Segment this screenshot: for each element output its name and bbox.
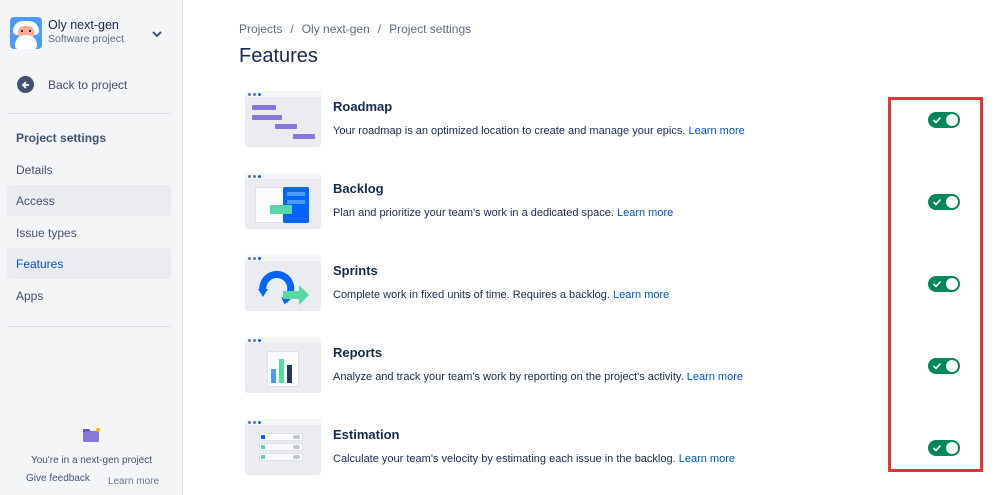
learn-more-link[interactable]: Learn more — [688, 125, 744, 137]
feature-sprints: Sprints Complete work in fixed units of … — [245, 255, 865, 313]
breadcrumb-settings[interactable]: Project settings — [389, 22, 471, 36]
feature-description: Analyze and track your team's work by re… — [333, 371, 684, 383]
project-name: Oly next-gen — [48, 18, 119, 32]
learn-more-link[interactable]: Learn more — [679, 453, 735, 465]
divider — [7, 113, 171, 114]
sidebar-footer: You're in a next-gen project Give feedba… — [0, 428, 183, 487]
section-title: Project settings — [16, 131, 107, 145]
project-type: Software project — [48, 33, 124, 45]
sidebar-item-details[interactable]: Details — [7, 154, 171, 185]
project-avatar — [10, 17, 42, 49]
sidebar-item-access[interactable]: Access — [7, 185, 171, 216]
divider — [7, 326, 171, 327]
chevron-down-icon[interactable] — [152, 30, 162, 38]
breadcrumb-project[interactable]: Oly next-gen — [302, 22, 370, 36]
sidebar-item-issue-types[interactable]: Issue types — [7, 217, 171, 248]
sprints-illustration — [245, 255, 321, 311]
toggles-highlight-box — [888, 97, 983, 472]
feature-description: Your roadmap is an optimized location to… — [333, 125, 686, 137]
back-to-project-link[interactable]: Back to project — [17, 76, 127, 93]
roadmap-illustration — [245, 91, 321, 147]
feature-reports: Reports Analyze and track your team's wo… — [245, 337, 865, 395]
project-header[interactable]: Oly next-gen Software project — [10, 17, 170, 55]
feature-title: Backlog — [333, 181, 384, 196]
back-to-project-label: Back to project — [48, 77, 128, 92]
breadcrumb-projects[interactable]: Projects — [239, 22, 282, 36]
feature-description: Complete work in fixed units of time. Re… — [333, 289, 610, 301]
feature-title: Sprints — [333, 263, 378, 278]
learn-more-link[interactable]: Learn more — [613, 289, 669, 301]
breadcrumb: Projects / Oly next-gen / Project settin… — [239, 22, 472, 36]
feature-roadmap: Roadmap Your roadmap is an optimized loc… — [245, 91, 865, 149]
feature-estimation: Estimation Calculate your team's velocit… — [245, 419, 865, 477]
feature-description: Calculate your team's velocity by estima… — [333, 453, 676, 465]
backlog-illustration — [245, 173, 321, 229]
feature-title: Reports — [333, 345, 383, 360]
page-title: Features — [239, 45, 318, 67]
estimation-illustration — [245, 419, 321, 475]
next-gen-notice: You're in a next-gen project — [30, 455, 153, 466]
learn-more-link[interactable]: Learn more — [687, 371, 743, 383]
reports-illustration — [245, 337, 321, 393]
footer-learn-more-link[interactable]: Learn more — [108, 476, 159, 487]
learn-more-link[interactable]: Learn more — [617, 207, 673, 219]
sidebar-item-apps[interactable]: Apps — [7, 280, 171, 311]
feature-backlog: Backlog Plan and prioritize your team's … — [245, 173, 865, 231]
arrow-left-icon — [17, 76, 34, 93]
sidebar: Oly next-gen Software project Back to pr… — [0, 0, 183, 495]
next-gen-folder-icon — [82, 428, 101, 442]
feature-title: Roadmap — [333, 99, 393, 114]
sidebar-item-features[interactable]: Features — [7, 248, 171, 279]
feature-title: Estimation — [333, 427, 400, 442]
feature-description: Plan and prioritize your team's work in … — [333, 207, 614, 219]
give-feedback-link[interactable]: Give feedback — [26, 473, 90, 487]
